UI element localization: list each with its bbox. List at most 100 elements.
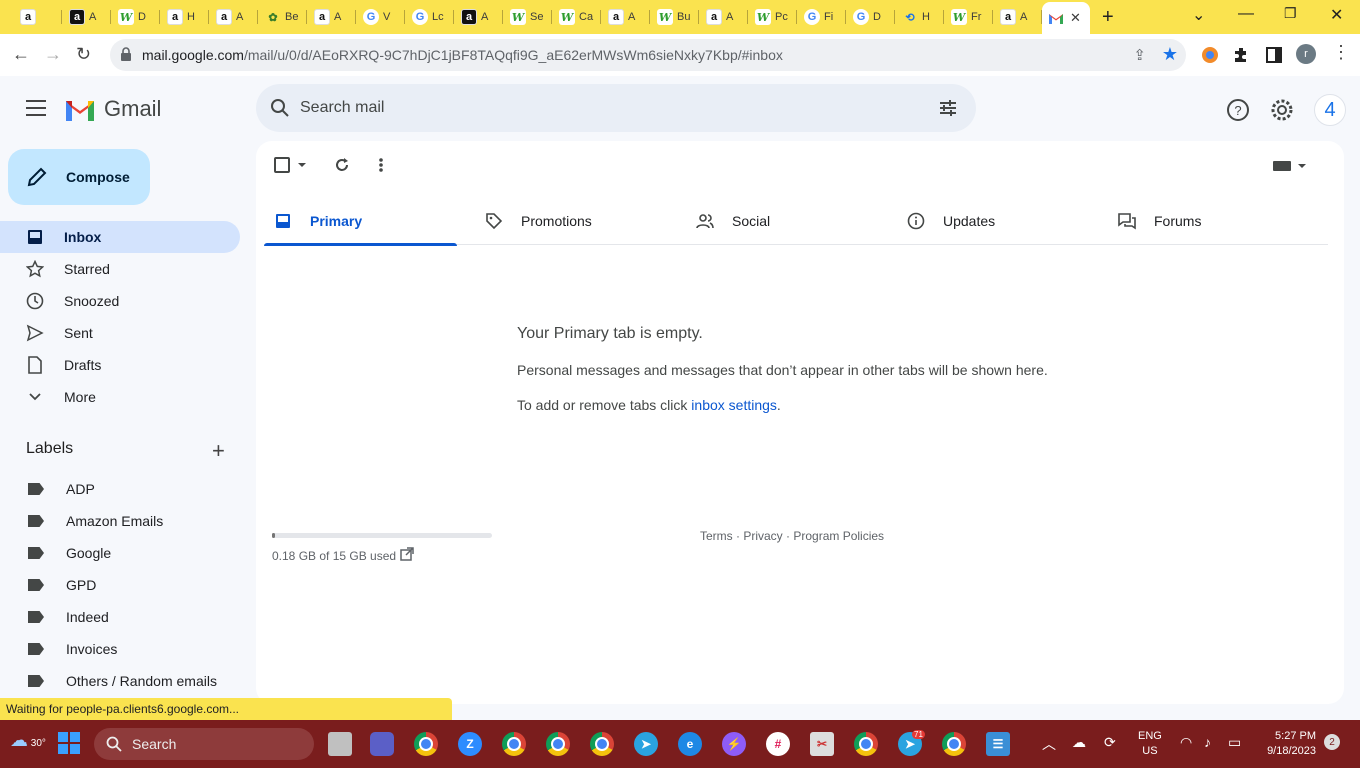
browser-tab[interactable]: aA xyxy=(602,4,650,30)
chrome-active-icon[interactable] xyxy=(854,732,878,756)
sidebar-item-sent[interactable]: Sent xyxy=(0,317,240,349)
browser-tab[interactable]: aA xyxy=(63,4,111,30)
tab-updates[interactable]: Updates xyxy=(897,197,1090,245)
tab-promotions[interactable]: Promotions xyxy=(475,197,668,245)
new-tab-button[interactable]: + xyxy=(1102,6,1114,29)
browser-tab[interactable]: aA xyxy=(994,4,1042,30)
compose-button[interactable]: Compose xyxy=(8,149,150,205)
sidebar-item-more[interactable]: More xyxy=(0,381,240,413)
tab-gmail-active[interactable]: ✕ xyxy=(1042,2,1090,34)
sidebar-item-starred[interactable]: Starred xyxy=(0,253,240,285)
inbox-settings-link[interactable]: inbox settings xyxy=(691,397,777,413)
input-tools-keyboard-icon[interactable] xyxy=(1272,159,1310,173)
chrome-icon[interactable] xyxy=(942,732,966,756)
battery-icon[interactable]: ▭ xyxy=(1228,734,1241,751)
browser-tab[interactable]: W Pc xyxy=(749,4,797,30)
select-all-checkbox[interactable] xyxy=(274,157,314,173)
clock[interactable]: 5:27 PM 9/18/2023 xyxy=(1256,729,1316,759)
browser-tab[interactable]: W Se xyxy=(504,4,552,30)
restore-button[interactable]: ❐ xyxy=(1284,5,1297,22)
reload-button[interactable]: ↻ xyxy=(76,44,91,65)
side-panel-icon[interactable] xyxy=(1264,45,1284,65)
extension-orange-icon[interactable] xyxy=(1200,45,1220,65)
close-tab-icon[interactable]: ✕ xyxy=(1070,10,1081,26)
browser-tab[interactable]: aA xyxy=(210,4,258,30)
label-item[interactable]: Indeed xyxy=(0,601,256,633)
browser-tab[interactable]: G Lc xyxy=(406,4,454,30)
start-button[interactable] xyxy=(58,732,80,754)
messenger-icon[interactable]: ⚡ xyxy=(722,732,746,756)
telegram-icon[interactable]: ➤ xyxy=(634,732,658,756)
notepad-icon[interactable]: ☰ xyxy=(986,732,1010,756)
browser-tab[interactable]: aA xyxy=(308,4,356,30)
label-item[interactable]: ADP xyxy=(0,473,256,505)
program-policies-link[interactable]: Program Policies xyxy=(793,529,884,543)
browser-menu-icon[interactable]: ⋮ xyxy=(1332,42,1350,63)
volume-icon[interactable]: ♪ xyxy=(1204,734,1211,750)
tab-forums[interactable]: Forums xyxy=(1108,197,1301,245)
tab-search-icon[interactable]: ⌄ xyxy=(1192,5,1205,25)
browser-tab[interactable]: WD xyxy=(112,4,160,30)
main-menu-button[interactable] xyxy=(26,100,46,116)
more-options-icon[interactable] xyxy=(378,157,384,173)
gmail-logo[interactable]: Gmail xyxy=(64,96,161,122)
share-icon[interactable]: ⇪ xyxy=(1133,46,1146,64)
browser-tab[interactable]: W Fr xyxy=(945,4,993,30)
chrome-icon[interactable] xyxy=(502,732,526,756)
search-options-icon[interactable] xyxy=(938,98,958,118)
label-item[interactable]: Invoices xyxy=(0,633,256,665)
sync-icon[interactable]: ⟳ xyxy=(1104,734,1116,751)
privacy-link[interactable]: Privacy xyxy=(743,529,782,543)
help-icon[interactable]: ? xyxy=(1226,98,1250,122)
browser-profile-avatar[interactable]: r xyxy=(1296,44,1316,64)
browser-tab[interactable]: W Bu xyxy=(651,4,699,30)
tab-social[interactable]: Social xyxy=(686,197,879,245)
extensions-puzzle-icon[interactable] xyxy=(1232,45,1252,65)
chrome-icon[interactable] xyxy=(546,732,570,756)
add-label-button[interactable]: + xyxy=(212,438,225,464)
browser-tab[interactable]: aA xyxy=(455,4,503,30)
slack-icon[interactable]: # xyxy=(766,732,790,756)
sidebar-item-inbox[interactable]: Inbox xyxy=(0,221,240,253)
settings-gear-icon[interactable] xyxy=(1270,98,1294,122)
back-button[interactable]: ← xyxy=(12,44,30,65)
language-indicator[interactable]: ENG US xyxy=(1138,729,1162,759)
teams-icon[interactable] xyxy=(370,732,394,756)
close-window-button[interactable]: ✕ xyxy=(1330,5,1343,25)
browser-tab[interactable]: ✿ Be xyxy=(259,4,307,30)
search-input[interactable] xyxy=(300,94,900,122)
notification-badge[interactable]: 2 xyxy=(1324,734,1340,750)
minimize-button[interactable]: — xyxy=(1238,5,1254,23)
browser-tab[interactable]: aH xyxy=(161,4,209,30)
browser-tab[interactable]: GD xyxy=(847,4,895,30)
label-item[interactable]: Google xyxy=(0,537,256,569)
refresh-icon[interactable] xyxy=(334,157,350,173)
account-avatar[interactable]: 4 xyxy=(1314,94,1346,126)
search-icon[interactable] xyxy=(270,98,290,118)
task-view-icon[interactable] xyxy=(328,732,352,756)
zoom-icon[interactable]: Z xyxy=(458,732,482,756)
browser-tab[interactable]: GV xyxy=(357,4,405,30)
chrome-icon[interactable] xyxy=(414,732,438,756)
sidebar-item-snoozed[interactable]: Snoozed xyxy=(0,285,240,317)
address-bar[interactable]: mail.google.com/mail/u/0/d/AEoRXRQ-9C7hD… xyxy=(110,39,1186,71)
browser-tab[interactable]: G Fi xyxy=(798,4,846,30)
edge-icon[interactable]: e xyxy=(678,732,702,756)
browser-tab[interactable]: a xyxy=(14,4,62,30)
taskbar-search[interactable]: Search xyxy=(94,728,314,760)
weather-widget[interactable]: ☁ 30° xyxy=(10,730,46,751)
terms-link[interactable]: Terms xyxy=(700,529,733,543)
sidebar-item-drafts[interactable]: Drafts xyxy=(0,349,240,381)
snipping-tool-icon[interactable]: ✂ xyxy=(810,732,834,756)
show-hidden-icons[interactable]: ︿ xyxy=(1042,734,1056,754)
browser-tab[interactable]: aA xyxy=(700,4,748,30)
onedrive-icon[interactable]: ☁ xyxy=(1072,734,1086,751)
chrome-icon[interactable] xyxy=(590,732,614,756)
tab-primary[interactable]: Primary xyxy=(264,197,457,246)
label-item[interactable]: Others / Random emails xyxy=(0,665,256,697)
label-item[interactable]: Amazon Emails xyxy=(0,505,256,537)
bookmark-star-icon[interactable]: ★ xyxy=(1162,44,1178,65)
browser-tab[interactable]: W Ca xyxy=(553,4,601,30)
forward-button[interactable]: → xyxy=(44,44,62,65)
label-item[interactable]: GPD xyxy=(0,569,256,601)
